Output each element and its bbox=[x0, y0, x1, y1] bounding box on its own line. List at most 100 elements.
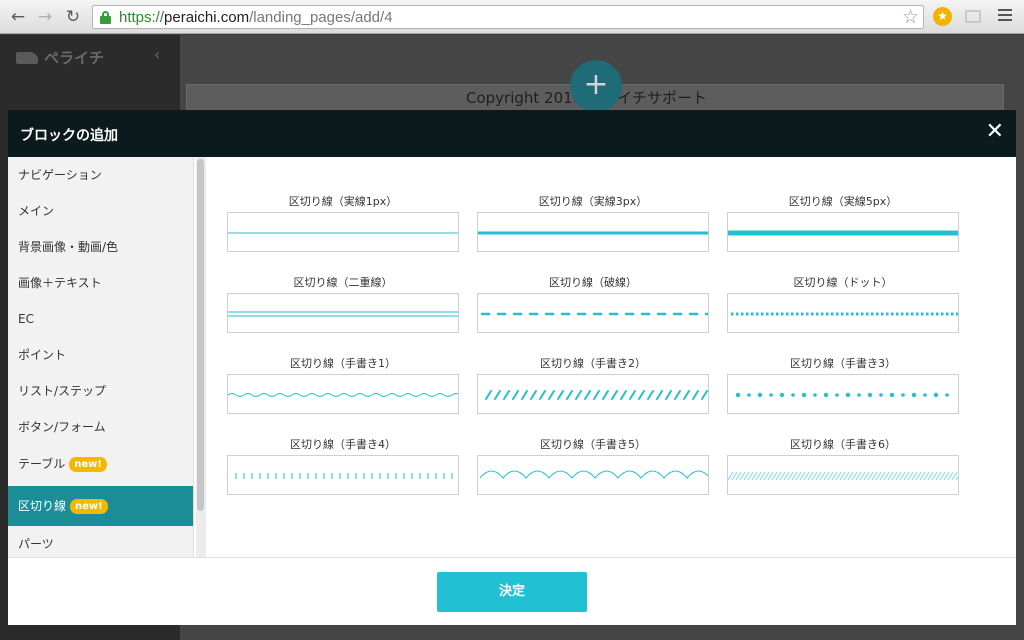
divider-option-hand-slash[interactable]: 区切り線（手書き2） bbox=[477, 355, 709, 414]
divider-option-hand-scallop[interactable]: 区切り線（手書き5） bbox=[477, 436, 709, 495]
divider-option-solid-1[interactable]: 区切り線（実線1px） bbox=[227, 193, 459, 252]
divider-preview[interactable] bbox=[477, 212, 709, 252]
close-icon[interactable]: ✕ bbox=[986, 119, 1004, 145]
lock-icon bbox=[100, 11, 111, 24]
logo-mark-icon bbox=[16, 52, 38, 64]
divider-option-label: 区切り線（手書き1） bbox=[290, 357, 396, 370]
category-item[interactable]: ナビゲーション bbox=[8, 157, 193, 197]
divider-preview[interactable] bbox=[477, 455, 709, 495]
divider-line-graphic bbox=[728, 230, 958, 236]
browser-menu-icon[interactable] bbox=[998, 9, 1012, 23]
divider-option-hand-hatch[interactable]: 区切り線（手書き6） bbox=[727, 436, 959, 495]
url-protocol: https:// bbox=[119, 9, 165, 26]
bookmark-star-icon[interactable]: ☆ bbox=[902, 6, 919, 28]
url-path: /landing_pages/add/4 bbox=[249, 9, 393, 26]
modal-title: ブロックの追加 bbox=[20, 128, 118, 144]
divider-preview[interactable] bbox=[477, 374, 709, 414]
confirm-button[interactable]: 決定 bbox=[437, 572, 587, 612]
divider-line-graphic bbox=[228, 393, 458, 397]
divider-option-label: 区切り線（手書き2） bbox=[540, 357, 646, 370]
divider-option-dashed[interactable]: 区切り線（破線） bbox=[477, 274, 709, 333]
app-logo: ペライチ bbox=[16, 47, 104, 68]
category-label: ナビゲーション bbox=[18, 168, 102, 182]
divider-option-hand-dots[interactable]: 区切り線（手書き3） bbox=[727, 355, 959, 414]
category-label: ボタン/フォーム bbox=[18, 420, 106, 434]
divider-line-graphic bbox=[481, 312, 708, 316]
divider-option-dotted[interactable]: 区切り線（ドット） bbox=[727, 274, 959, 333]
divider-line-graphic bbox=[228, 311, 458, 317]
scrollbar-thumb[interactable] bbox=[197, 159, 204, 511]
divider-option-label: 区切り線（実線5px） bbox=[788, 195, 898, 208]
reload-icon[interactable]: ↻ bbox=[63, 7, 83, 27]
divider-line-graphic bbox=[728, 471, 958, 481]
divider-option-hand-ticks[interactable]: 区切り線（手書き4） bbox=[227, 436, 459, 495]
url-text: https://peraichi.com/landing_pages/add/4 bbox=[119, 9, 393, 26]
divider-line-graphic bbox=[228, 232, 458, 234]
category-label: 区切り線 bbox=[18, 499, 67, 513]
url-host: peraichi.com bbox=[164, 9, 250, 26]
divider-option-label: 区切り線（破線） bbox=[549, 276, 637, 289]
divider-option-label: 区切り線（手書き3） bbox=[790, 357, 896, 370]
divider-line-graphic bbox=[235, 473, 453, 479]
logo-text: ペライチ bbox=[44, 49, 105, 67]
browser-toolbar: ← → ↻ https://peraichi.com/landing_pages… bbox=[0, 0, 1024, 34]
divider-option-label: 区切り線（実線1px） bbox=[288, 195, 398, 208]
category-item[interactable]: 背景画像・動画/色 bbox=[8, 229, 193, 269]
divider-option-label: 区切り線（二重線） bbox=[293, 276, 393, 289]
category-item[interactable]: 画像＋テキスト bbox=[8, 265, 193, 305]
new-badge: new! bbox=[70, 499, 108, 514]
category-item[interactable]: ポイント bbox=[8, 337, 193, 377]
divider-option-hand-wave[interactable]: 区切り線（手書き1） bbox=[227, 355, 459, 414]
divider-option-double[interactable]: 区切り線（二重線） bbox=[227, 274, 459, 333]
address-bar[interactable]: https://peraichi.com/landing_pages/add/4… bbox=[92, 5, 924, 29]
divider-option-solid-3[interactable]: 区切り線（実線3px） bbox=[477, 193, 709, 252]
divider-option-label: 区切り線（ドット） bbox=[793, 276, 893, 289]
category-list: ナビゲーション メイン背景画像・動画/色 画像＋テキスト EC ポイントリスト/ステップ… bbox=[8, 157, 194, 557]
divider-preview[interactable] bbox=[227, 212, 459, 252]
back-arrow-icon[interactable]: ← bbox=[8, 7, 28, 27]
category-label: パーツ bbox=[18, 537, 54, 551]
divider-preview[interactable] bbox=[477, 293, 709, 333]
category-label: テーブル bbox=[18, 457, 66, 471]
divider-option-solid-5[interactable]: 区切り線（実線5px） bbox=[727, 193, 959, 252]
new-badge: new! bbox=[69, 457, 107, 472]
category-item[interactable]: EC bbox=[8, 301, 193, 341]
divider-line-graphic bbox=[731, 312, 958, 316]
category-label: EC bbox=[18, 312, 34, 326]
divider-option-label: 区切り線（手書き5） bbox=[540, 438, 646, 451]
divider-preview[interactable] bbox=[227, 293, 459, 333]
category-item[interactable]: メイン bbox=[8, 193, 193, 233]
category-item[interactable]: ボタン/フォーム bbox=[8, 409, 193, 449]
category-item[interactable]: リスト/ステップ bbox=[8, 373, 193, 413]
divider-line-graphic bbox=[478, 231, 708, 235]
divider-preview[interactable] bbox=[727, 293, 959, 333]
modal-body: ナビゲーション メイン背景画像・動画/色 画像＋テキスト EC ポイントリスト/ステップ… bbox=[8, 157, 1016, 557]
divider-preview[interactable] bbox=[727, 374, 959, 414]
category-label: 画像＋テキスト bbox=[18, 276, 102, 290]
cast-icon[interactable] bbox=[965, 10, 981, 23]
category-label: リスト/ステップ bbox=[18, 384, 107, 398]
category-scrollbar[interactable] bbox=[196, 157, 206, 557]
collapse-chevron-icon: ‹ bbox=[154, 45, 161, 64]
divider-line-graphic bbox=[485, 390, 708, 400]
divider-option-label: 区切り線（手書き6） bbox=[790, 438, 896, 451]
divider-preview[interactable] bbox=[727, 455, 959, 495]
modal-header: ブロックの追加 ✕ bbox=[8, 110, 1016, 157]
category-label: 背景画像・動画/色 bbox=[18, 240, 119, 254]
category-label: メイン bbox=[18, 204, 55, 218]
category-item[interactable]: パーツ bbox=[8, 526, 193, 557]
category-item[interactable]: テーブル new! bbox=[8, 446, 193, 486]
divider-option-label: 区切り線（実線3px） bbox=[538, 195, 648, 208]
divider-option-label: 区切り線（手書き4） bbox=[290, 438, 396, 451]
modal-footer: 決定 bbox=[8, 557, 1016, 625]
extension-star-icon[interactable]: ★ bbox=[933, 7, 952, 26]
divider-preview[interactable] bbox=[227, 374, 459, 414]
forward-arrow-icon[interactable]: → bbox=[35, 7, 55, 27]
category-label: ポイント bbox=[18, 348, 67, 362]
divider-line-graphic bbox=[479, 470, 708, 479]
divider-preview[interactable] bbox=[727, 212, 959, 252]
divider-line-graphic bbox=[735, 392, 949, 398]
category-item[interactable]: 区切り線 new! bbox=[8, 486, 193, 526]
add-block-plus-icon: + bbox=[570, 60, 622, 112]
divider-preview[interactable] bbox=[227, 455, 459, 495]
